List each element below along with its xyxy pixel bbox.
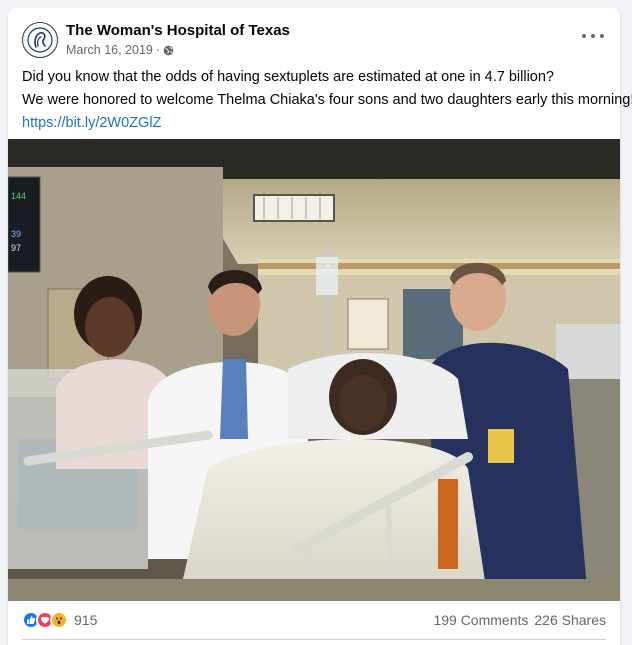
- monitor-value-3: 97: [11, 243, 21, 253]
- post-meta: March 16, 2019 ·: [66, 43, 174, 57]
- footer-divider: [22, 639, 606, 640]
- post-message: Did you know that the odds of having sex…: [22, 66, 632, 135]
- post-text-line-1: Did you know that the odds of having sex…: [22, 69, 554, 85]
- shares-count[interactable]: 226 Shares: [534, 612, 606, 628]
- post-date[interactable]: March 16, 2019: [66, 43, 153, 57]
- hospital-logo-icon[interactable]: [22, 22, 58, 58]
- more-options-icon[interactable]: [582, 30, 604, 42]
- wow-icon: [50, 611, 68, 629]
- globe-icon: [163, 45, 174, 55]
- monitor-value-2: 39: [11, 229, 21, 239]
- post-header: The Woman's Hospital of Texas March 16, …: [22, 20, 606, 60]
- photo-scene: 144 39 97: [8, 139, 620, 601]
- engagement-stats: 199 Comments 226 Shares: [433, 612, 606, 628]
- post-footer: 915 199 Comments 226 Shares: [22, 608, 606, 632]
- post-photo[interactable]: 144 39 97: [8, 139, 620, 601]
- reactions-summary[interactable]: 915: [22, 611, 97, 629]
- meta-separator: ·: [155, 43, 161, 57]
- facebook-post-card: The Woman's Hospital of Texas March 16, …: [8, 8, 632, 645]
- post-link[interactable]: https://bit.ly/2W0ZGlZ: [22, 115, 161, 131]
- page-name-link[interactable]: The Woman's Hospital of Texas: [66, 22, 290, 39]
- monitor-value-1: 144: [11, 191, 26, 201]
- comments-count[interactable]: 199 Comments: [433, 612, 528, 628]
- reaction-count[interactable]: 915: [74, 612, 97, 628]
- post-text-line-2: We were honored to welcome Thelma Chiaka…: [22, 92, 632, 108]
